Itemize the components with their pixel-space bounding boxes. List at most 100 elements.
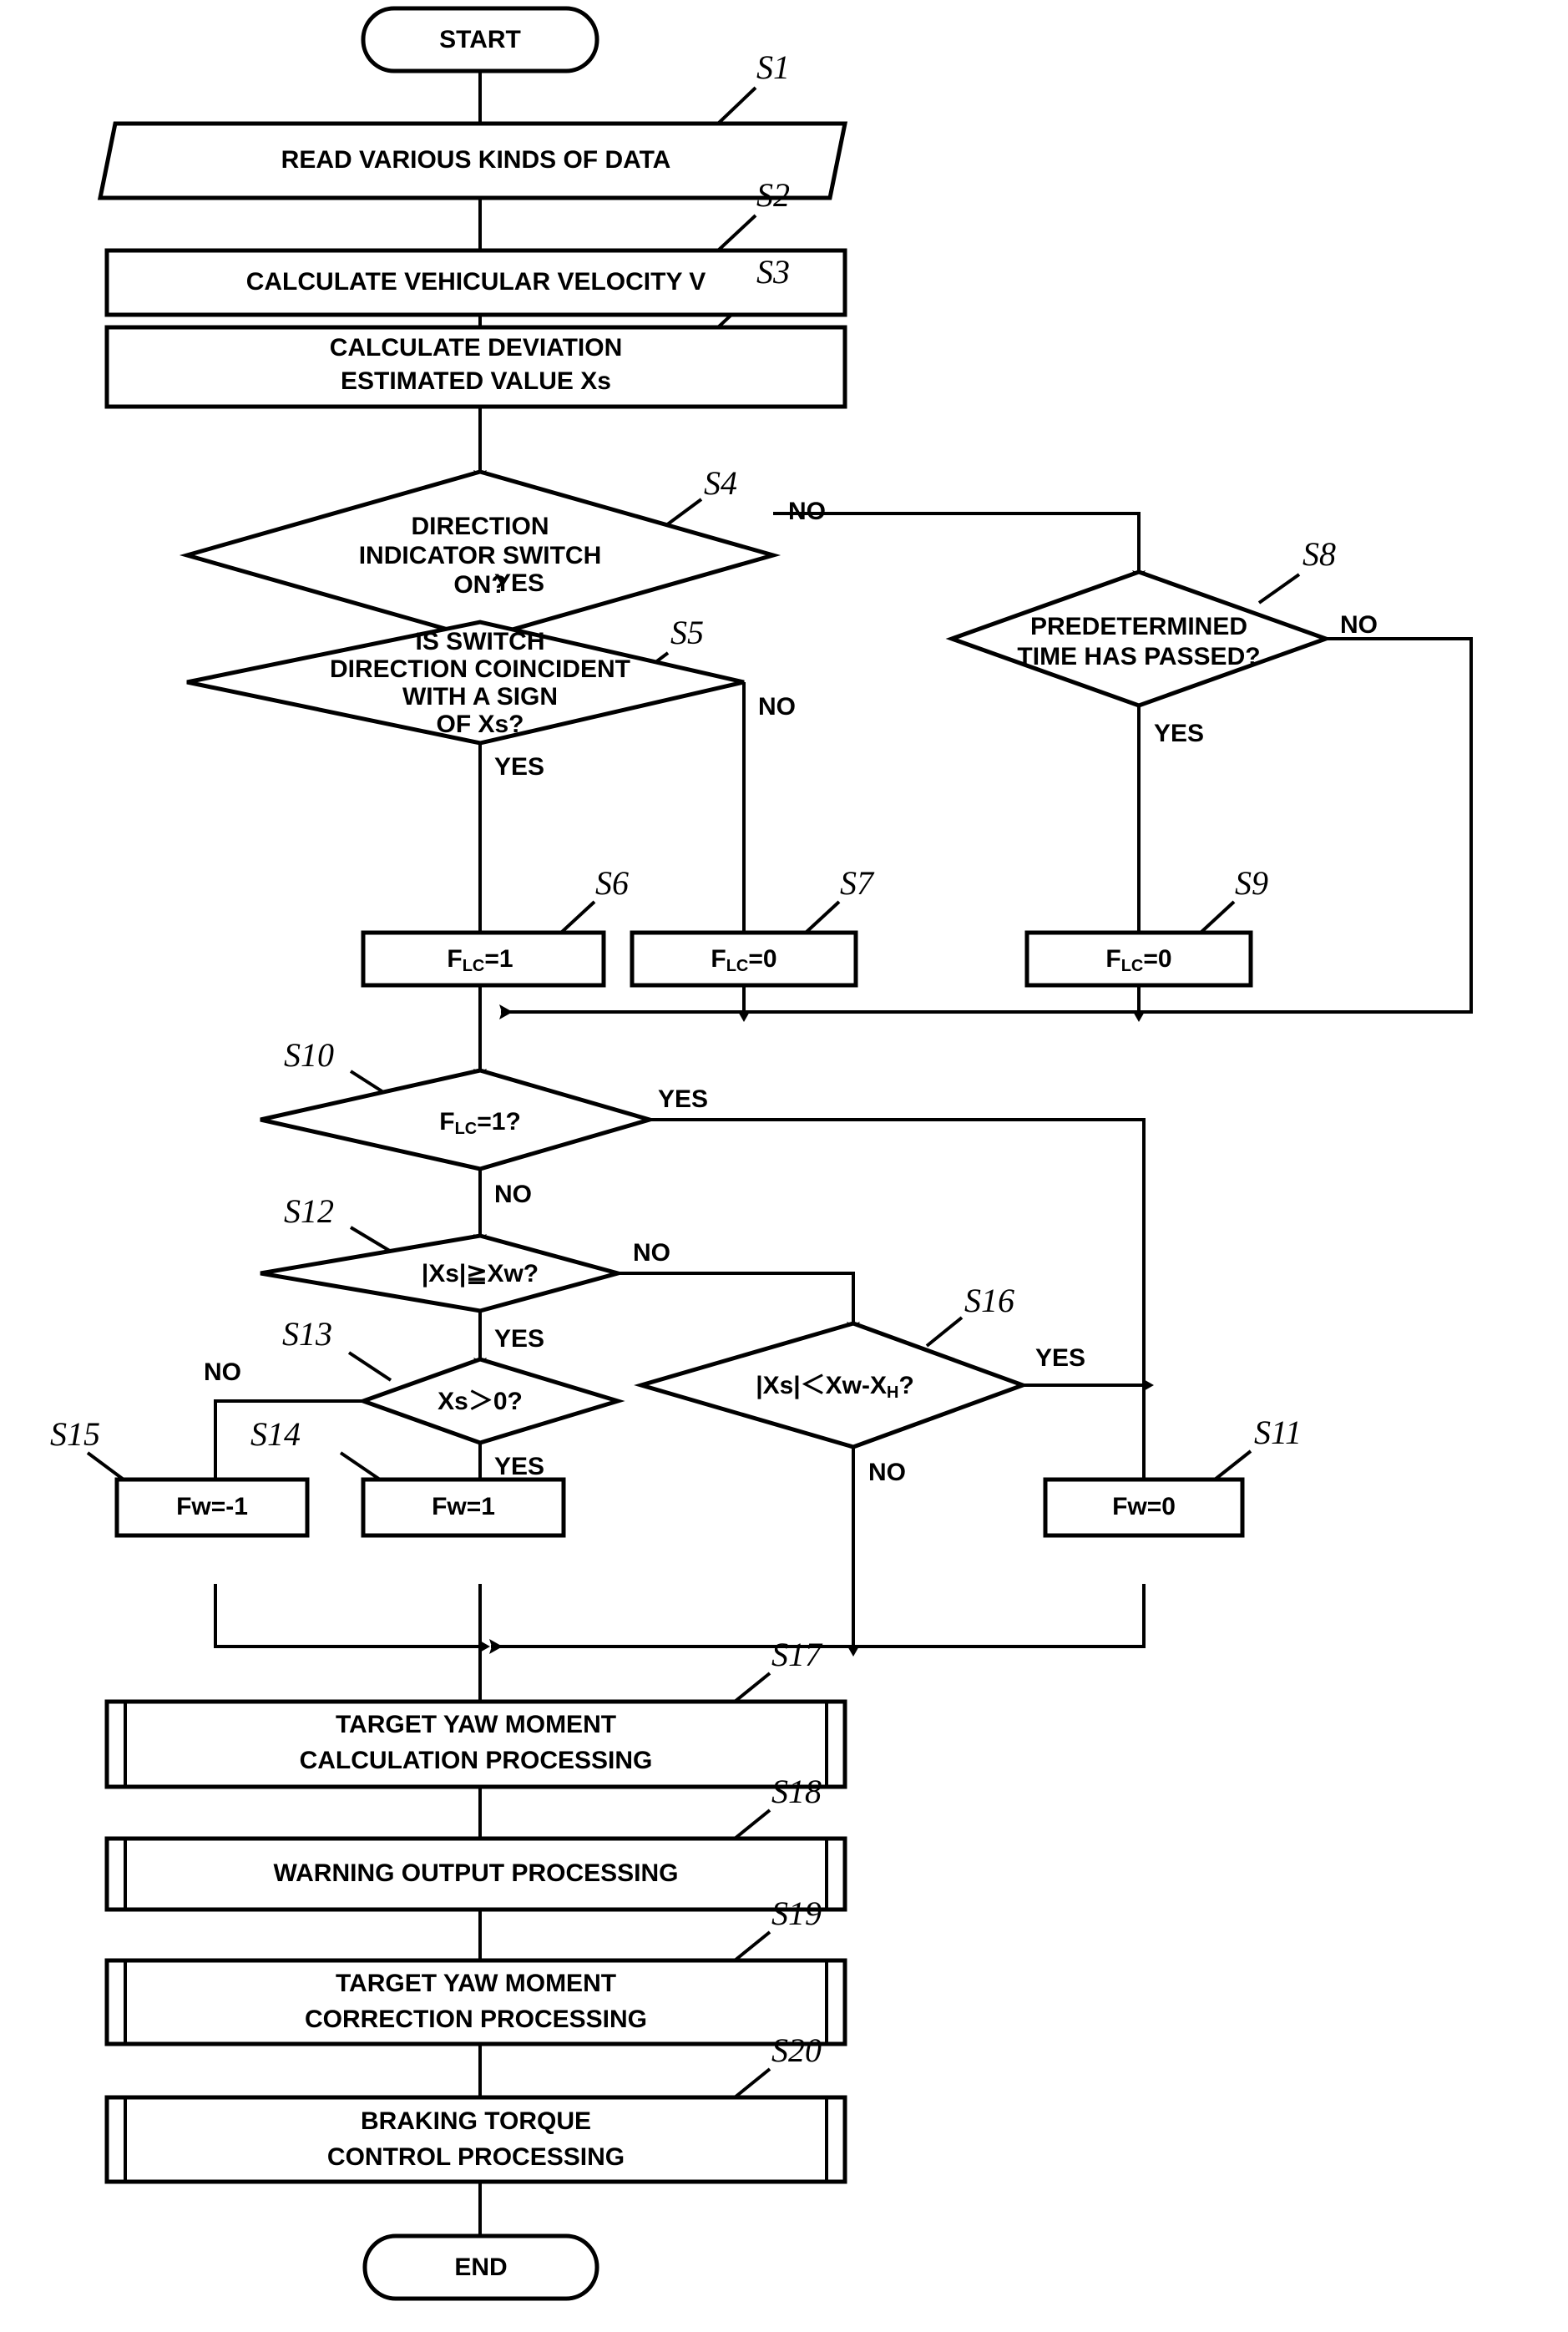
node-s18: WARNING OUTPUT PROCESSING S18 xyxy=(104,1773,847,1912)
s10-eq: =1? xyxy=(477,1108,521,1136)
s19-step-tag: S19 xyxy=(771,1894,822,1932)
s6-sub: LC xyxy=(463,957,485,975)
node-s10: FLC=1? S10 YES NO xyxy=(260,1036,708,1208)
s16-step-tag: S16 xyxy=(964,1282,1014,1319)
leader-s12 xyxy=(349,1226,394,1254)
leader-s18 xyxy=(733,1808,771,1840)
s7-step-tag: S7 xyxy=(840,864,875,902)
s18-line1: WARNING OUTPUT PROCESSING xyxy=(273,1859,678,1887)
s5-line4: OF Xs? xyxy=(436,711,524,738)
node-s17: TARGET YAW MOMENT CALCULATION PROCESSING… xyxy=(104,1636,847,1789)
node-s8: PREDETERMINED TIME HAS PASSED? S8 YES NO xyxy=(945,535,1378,747)
s20-step-tag: S20 xyxy=(771,2031,822,2069)
node-s19: TARGET YAW MOMENT CORRECTION PROCESSING … xyxy=(104,1894,847,2046)
leader-s15 xyxy=(86,1451,125,1481)
leader-s7 xyxy=(804,900,841,934)
s11-step-tag: S11 xyxy=(1254,1414,1302,1451)
s13-no-label: NO xyxy=(204,1358,241,1386)
s5-line1: IS SWITCH xyxy=(416,628,545,655)
s16-yes-label: YES xyxy=(1035,1344,1085,1372)
node-end: END xyxy=(362,2233,599,2301)
node-s7: FLC=0 S7 xyxy=(630,864,875,988)
s4-step-tag: S4 xyxy=(704,464,737,502)
s7-var: F xyxy=(711,945,726,973)
edge-s12-no-s16 xyxy=(618,1272,860,1333)
s5-yes-label: YES xyxy=(494,753,544,781)
s6-var: F xyxy=(447,945,462,973)
s2-text: CALCULATE VEHICULAR VELOCITY V xyxy=(246,268,706,296)
s10-step-tag: S10 xyxy=(284,1036,334,1074)
s8-line2: TIME HAS PASSED? xyxy=(1017,643,1260,670)
s8-no-label: NO xyxy=(1340,611,1378,639)
leader-s11 xyxy=(1213,1449,1252,1481)
s10-var: F xyxy=(439,1108,454,1136)
s18-step-tag: S18 xyxy=(771,1773,822,1810)
s13-yes-label: YES xyxy=(494,1453,544,1480)
s6-step-tag: S6 xyxy=(595,864,629,902)
s10-sub: LC xyxy=(455,1120,478,1138)
s12-yes-label: YES xyxy=(494,1325,544,1353)
node-s16: |Xs|＜Xw-XH? S16 YES NO xyxy=(634,1282,1085,1486)
leader-s20 xyxy=(733,2067,771,2099)
s9-step-tag: S9 xyxy=(1235,864,1268,902)
s5-step-tag: S5 xyxy=(670,614,704,651)
s19-line1: TARGET YAW MOMENT xyxy=(336,1970,616,1997)
s17-line1: TARGET YAW MOMENT xyxy=(336,1711,616,1738)
s15-step-tag: S15 xyxy=(50,1415,100,1453)
s7-sub: LC xyxy=(726,957,749,975)
s3-line1: CALCULATE DEVIATION xyxy=(330,334,623,362)
s4-line2: INDICATOR SWITCH xyxy=(359,542,602,569)
s17-step-tag: S17 xyxy=(771,1636,823,1673)
s19-line2: CORRECTION PROCESSING xyxy=(305,2006,647,2033)
s5-line3: WITH A SIGN xyxy=(402,683,558,711)
leader-s9 xyxy=(1199,900,1236,934)
s8-step-tag: S8 xyxy=(1302,535,1336,573)
leader-s8 xyxy=(1257,573,1301,604)
node-s13: Xs＞0? S13 YES NO xyxy=(204,1315,625,1480)
s14-step-tag: S14 xyxy=(250,1415,301,1453)
s13-step-tag: S13 xyxy=(282,1315,332,1353)
leader-s13 xyxy=(347,1351,392,1382)
leader-s19 xyxy=(733,1930,771,1962)
node-start: START xyxy=(361,6,599,73)
s17-line2: CALCULATION PROCESSING xyxy=(300,1747,653,1774)
leader-s16 xyxy=(925,1316,964,1348)
node-s9: FLC=0 S9 xyxy=(1024,864,1268,988)
start-label: START xyxy=(439,26,521,53)
s12-text: |Xs|≧Xw? xyxy=(422,1260,539,1287)
s2-step-tag: S2 xyxy=(756,176,790,214)
edge-s15-merge xyxy=(214,1584,490,1653)
leader-s17 xyxy=(733,1672,771,1703)
leader-s2 xyxy=(716,214,757,252)
s12-step-tag: S12 xyxy=(284,1192,334,1230)
s10-yes-label: YES xyxy=(658,1085,708,1113)
leader-s14 xyxy=(339,1451,382,1481)
end-label: END xyxy=(454,2254,507,2281)
s6-eq: =1 xyxy=(484,945,513,973)
s1-text: READ VARIOUS KINDS OF DATA xyxy=(281,146,671,174)
s16-no-label: NO xyxy=(868,1459,906,1486)
node-s5: IS SWITCH DIRECTION COINCIDENT WITH A SI… xyxy=(186,614,796,781)
s7-eq: =0 xyxy=(748,945,776,973)
s12-no-label: NO xyxy=(633,1239,670,1267)
node-s4: DIRECTION INDICATOR SWITCH ON? S4 YES NO xyxy=(179,464,826,641)
s16-pre: |Xs|＜Xw-X xyxy=(756,1372,887,1399)
s8-line1: PREDETERMINED xyxy=(1030,613,1247,640)
node-s20: BRAKING TORQUE CONTROL PROCESSING S20 xyxy=(104,2031,847,2184)
node-s6: FLC=1 S6 xyxy=(361,864,629,988)
s14-text: Fw=1 xyxy=(432,1493,495,1520)
s4-no-label: NO xyxy=(788,498,826,525)
s4-yes-label: YES xyxy=(494,569,544,597)
edge-s4-no-s8 xyxy=(773,512,1146,582)
s5-no-label: NO xyxy=(758,693,796,721)
s9-eq: =0 xyxy=(1143,945,1171,973)
s1-step-tag: S1 xyxy=(756,48,790,86)
s15-text: Fw=-1 xyxy=(176,1493,248,1520)
node-s11: Fw=0 S11 xyxy=(1043,1414,1302,1538)
s9-var: F xyxy=(1105,945,1120,973)
s5-line2: DIRECTION COINCIDENT xyxy=(330,655,630,683)
s16-sub: H xyxy=(887,1384,898,1402)
s16-post: ? xyxy=(898,1372,913,1399)
s3-line2: ESTIMATED VALUE Xs xyxy=(341,367,611,395)
s9-sub: LC xyxy=(1121,957,1144,975)
